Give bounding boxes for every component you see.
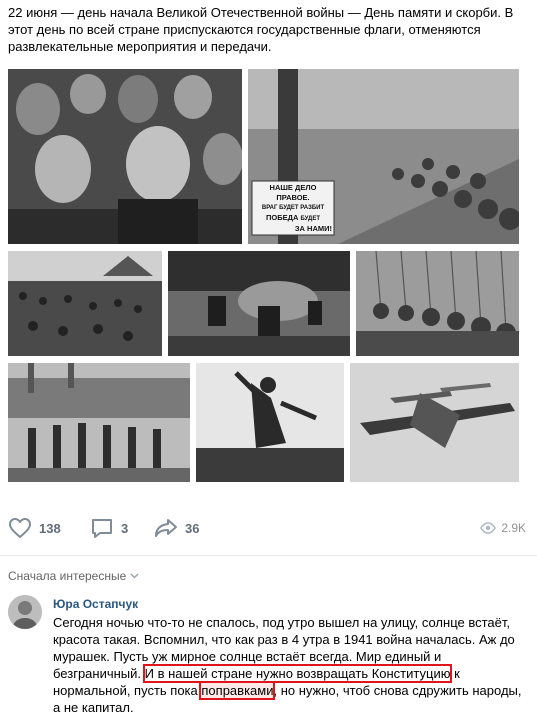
like-button[interactable]: 138 [8,515,61,541]
highlight-amendments: поправками [199,681,276,700]
views-counter: 2.9K [480,515,526,541]
avatar[interactable] [8,595,42,629]
photo-officer-charge[interactable] [196,363,344,482]
share-icon [155,519,177,537]
comments-count: 3 [121,520,129,536]
photo-gathering[interactable] [8,251,162,356]
highlight-constitution: И в нашей стране нужно возвращать Консти… [142,664,453,683]
poster-text: НАШЕ ДЕЛО ПРАВОЕ. ВРАГ БУДЕТ РАЗБИТ ПОБЕ… [261,183,332,233]
chevron-down-icon [130,573,139,579]
comment-button[interactable]: 3 [90,515,128,541]
photo-aircraft[interactable] [350,363,519,482]
photo-battlefield[interactable] [168,251,350,356]
sort-label: Сначала интересные [8,569,127,583]
comment-icon [92,519,112,538]
views-count: 2.9K [501,521,526,535]
eye-icon [480,522,497,534]
post-actions-bar: 138 3 36 2.9K [8,515,530,541]
post-text: 22 июня — день начала Великой Отечествен… [8,5,514,54]
photo-poster-soldiers[interactable]: НАШЕ ДЕЛО ПРАВОЕ. ВРАГ БУДЕТ РАЗБИТ ПОБЕ… [248,69,519,244]
likes-count: 138 [39,520,61,536]
comments-sort-dropdown[interactable]: Сначала интересные [8,569,139,583]
photo-crowd[interactable] [8,69,242,244]
heart-icon [9,518,31,538]
share-button[interactable]: 36 [154,515,199,541]
photo-march-column[interactable] [356,251,519,356]
photo-factory-soldiers[interactable] [8,363,190,482]
comment-author[interactable]: Юра Остапчук [53,597,138,611]
comment-text: Сегодня ночью что-то не спалось, под утр… [53,614,523,716]
divider [0,555,537,556]
shares-count: 36 [185,520,200,536]
